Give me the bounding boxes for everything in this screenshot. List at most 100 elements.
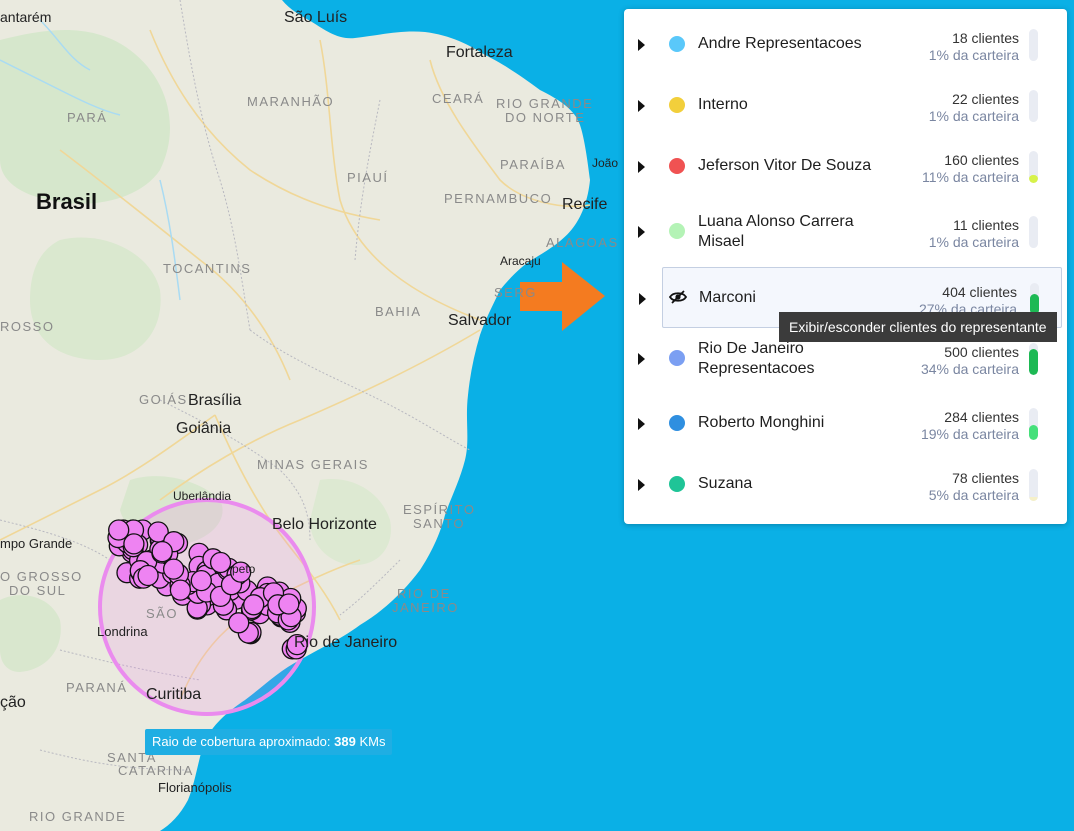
client-marker[interactable]	[169, 579, 192, 601]
city-label: Recife	[562, 196, 608, 213]
state-label: PIAUÍ	[347, 170, 389, 185]
expand-caret-icon[interactable]	[638, 226, 645, 238]
representative-portfolio-share: 1% da carteira	[928, 108, 1019, 124]
state-label: DO SUL	[9, 583, 67, 598]
representative-name: Rio De Janeiro Representacoes	[698, 340, 815, 377]
state-label: RIO GRANDE	[496, 96, 594, 111]
city-label: Rio de Janeiro	[294, 634, 398, 651]
representative-client-count: 11 clientes	[953, 217, 1019, 233]
portfolio-share-bar	[1029, 343, 1038, 375]
state-label: ESPÍRITO	[403, 502, 476, 517]
representative-client-count: 18 clientes	[952, 30, 1019, 46]
state-label: GOIÁS	[139, 392, 188, 407]
representative-row[interactable]: Suzana 78 clientes 5% da carteira	[624, 454, 1067, 515]
representative-portfolio-share: 19% da carteira	[920, 426, 1019, 442]
city-label: mpo Grande	[0, 536, 73, 551]
client-marker[interactable]	[228, 612, 250, 634]
state-label: RIO GRANDE	[29, 809, 127, 824]
expand-caret-icon[interactable]	[638, 418, 645, 430]
portfolio-share-bar-fill	[1029, 59, 1038, 61]
state-label: TOCANTINS	[163, 261, 252, 276]
representative-row[interactable]: Luana Alonso Carrera Misael 11 clientes 1%…	[624, 201, 1067, 262]
expand-caret-icon[interactable]	[638, 479, 645, 491]
coverage-unit: KMs	[359, 734, 386, 749]
country-label: Brasil	[36, 189, 98, 214]
state-label: SANTO	[413, 516, 466, 531]
expand-caret-icon[interactable]	[638, 39, 645, 51]
state-label: ROSSO	[0, 319, 55, 334]
expand-caret-icon[interactable]	[638, 161, 645, 173]
client-marker[interactable]	[190, 569, 212, 592]
state-label: JANEIRO	[392, 600, 459, 615]
client-marker[interactable]	[243, 594, 265, 616]
representative-color-dot[interactable]	[669, 350, 685, 366]
representative-name: Roberto Monghini	[698, 414, 825, 431]
state-label: PARAÍBA	[500, 157, 566, 172]
representative-color-dot[interactable]	[669, 476, 685, 492]
state-label: SERG	[494, 285, 537, 300]
expand-caret-icon[interactable]	[638, 100, 645, 112]
portfolio-share-bar	[1030, 283, 1039, 315]
representative-client-count: 404 clientes	[942, 284, 1017, 300]
state-label: CEARÁ	[432, 91, 485, 106]
representative-client-count: 22 clientes	[952, 91, 1019, 107]
representative-color-dot[interactable]	[669, 158, 685, 174]
city-label: antarém	[0, 9, 52, 25]
client-marker[interactable]	[209, 551, 232, 574]
city-label: Goiânia	[176, 420, 232, 437]
representative-portfolio-share: 1% da carteira	[928, 234, 1019, 250]
representative-client-count: 284 clientes	[944, 409, 1019, 425]
coverage-label: Raio de cobertura aproximado:	[152, 734, 331, 749]
state-label: ALAGOAS	[546, 235, 619, 250]
city-label: peto	[232, 562, 256, 576]
representative-color-dot[interactable]	[669, 97, 685, 113]
city-label: Belo Horizonte	[272, 516, 377, 533]
representative-portfolio-share: 34% da carteira	[920, 361, 1019, 377]
representative-client-count: 78 clientes	[952, 470, 1019, 486]
toggle-visibility-tooltip: Exibir/esconder clientes do representant…	[779, 312, 1057, 342]
representative-name: Suzana	[698, 475, 753, 492]
expand-caret-icon[interactable]	[639, 293, 646, 305]
state-label: DO NORTE	[505, 110, 586, 125]
portfolio-share-bar-fill	[1029, 348, 1038, 375]
portfolio-share-bar	[1029, 408, 1038, 440]
representative-client-count: 500 clientes	[944, 344, 1019, 360]
state-label: BAHIA	[375, 304, 422, 319]
state-label: O GROSSO	[0, 569, 83, 584]
city-label: Fortaleza	[446, 44, 513, 61]
representative-row[interactable]: Interno 22 clientes 1% da carteira	[624, 75, 1067, 136]
state-label: MARANHÃO	[247, 94, 335, 109]
portfolio-share-bar	[1029, 29, 1038, 61]
representative-row[interactable]: Jeferson Vitor De Souza 160 clientes 11% d…	[624, 136, 1067, 197]
portfolio-share-bar-fill	[1029, 174, 1038, 183]
state-label: MINAS GERAIS	[257, 457, 369, 472]
portfolio-share-bar	[1029, 151, 1038, 183]
client-marker[interactable]	[162, 558, 185, 580]
expand-caret-icon[interactable]	[638, 353, 645, 365]
representative-color-dot[interactable]	[669, 36, 685, 52]
state-label: RIO DE	[397, 586, 451, 601]
client-marker[interactable]	[137, 564, 159, 587]
portfolio-share-bar	[1029, 216, 1038, 248]
city-label: Aracaju	[500, 254, 541, 268]
portfolio-share-bar	[1029, 90, 1038, 122]
representative-row[interactable]: Andre Representacoes 18 clientes 1% da car…	[624, 14, 1067, 75]
coverage-value: 389	[334, 734, 356, 749]
eye-off-icon[interactable]	[669, 290, 687, 304]
client-marker[interactable]	[151, 540, 173, 563]
representative-name: Andre Representacoes	[698, 35, 862, 52]
client-marker[interactable]	[278, 593, 300, 615]
state-label: CATARINA	[118, 763, 194, 778]
representative-color-dot[interactable]	[669, 415, 685, 431]
client-marker[interactable]	[123, 533, 145, 555]
representative-color-dot[interactable]	[669, 223, 685, 239]
city-label: Salvador	[448, 312, 512, 329]
state-label: PARÁ	[67, 110, 108, 125]
representative-name: Interno	[698, 96, 748, 113]
representative-row[interactable]: Roberto Monghini 284 clientes 19% da carte…	[624, 393, 1067, 454]
representatives-panel: Andre Representacoes 18 clientes 1% da car…	[624, 9, 1067, 524]
client-marker[interactable]	[108, 519, 130, 541]
city-label: Uberlândia	[173, 489, 232, 503]
state-label: PARANÁ	[66, 680, 128, 695]
representative-name: Luana Alonso Carrera Misael	[698, 213, 854, 250]
